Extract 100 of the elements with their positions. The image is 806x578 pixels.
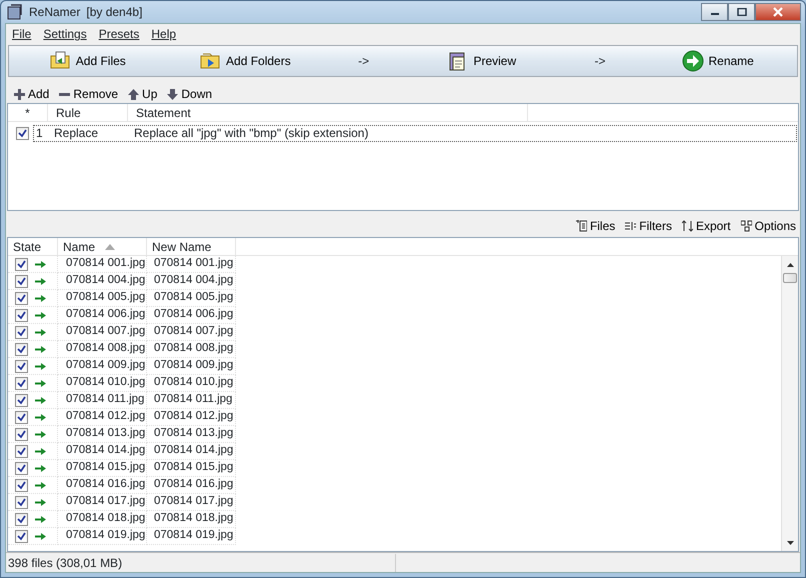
column-header[interactable]: Name [58, 238, 147, 255]
checkbox[interactable] [15, 512, 28, 526]
check-icon [18, 128, 27, 138]
right-arrow-icon [35, 464, 46, 472]
export-icon [682, 220, 693, 232]
checkbox[interactable] [15, 376, 28, 390]
maximize-button[interactable] [728, 3, 755, 21]
file-name: 070814 001.jpg [66, 256, 146, 272]
new-file-name: 070814 012.jpg [154, 409, 234, 424]
file-action-button[interactable]: Export [682, 217, 731, 235]
column-header[interactable]: State [8, 238, 58, 255]
right-arrow-icon [35, 498, 46, 506]
checkbox[interactable] [15, 478, 28, 492]
window-subtitle: [by den4b] [86, 4, 142, 21]
up-arrow-icon [128, 88, 140, 100]
new-file-name: 070814 015.jpg [154, 460, 234, 476]
rule-number: 1 [35, 125, 44, 142]
app-icon [7, 4, 23, 20]
right-arrow-icon [35, 260, 46, 268]
column-header: * [25, 104, 30, 122]
new-file-name: 070814 008.jpg [154, 341, 234, 356]
new-file-name: 070814 019.jpg [154, 528, 234, 544]
checkbox[interactable] [15, 342, 28, 356]
column-header[interactable]: New Name [147, 238, 236, 255]
right-arrow-icon [35, 328, 46, 336]
right-arrow-icon [35, 396, 46, 404]
column-header: Statement [136, 104, 191, 122]
filter-icon [625, 220, 636, 232]
close-button[interactable] [755, 3, 801, 21]
checkbox[interactable] [15, 496, 28, 508]
checkbox[interactable] [15, 462, 28, 474]
checkbox[interactable] [15, 258, 28, 270]
plus-icon [14, 88, 25, 100]
new-file-name: 070814 005.jpg [154, 290, 234, 306]
file-name: 070814 011.jpg [66, 392, 144, 408]
file-name: 070814 012.jpg [66, 409, 146, 424]
rule-action-button[interactable]: Down [165, 85, 214, 103]
new-file-name: 070814 007.jpg [154, 324, 234, 340]
new-file-name: 070814 016.jpg [154, 477, 234, 492]
checkbox[interactable] [15, 308, 28, 322]
new-file-name: 070814 004.jpg [154, 273, 234, 288]
file-name: 070814 013.jpg [66, 426, 146, 442]
file-name: 070814 004.jpg [66, 273, 146, 288]
file-name: 070814 005.jpg [66, 290, 146, 306]
checkbox[interactable] [15, 410, 28, 424]
scrollbar[interactable] [781, 256, 798, 551]
right-arrow-icon [35, 516, 46, 522]
close-icon [772, 7, 784, 17]
toolbar-button[interactable]: Rename [678, 50, 758, 72]
file-action-button[interactable]: Filters [625, 217, 672, 235]
file-name: 070814 010.jpg [66, 375, 146, 390]
right-arrow-icon [35, 346, 46, 352]
right-arrow-icon [35, 380, 46, 386]
column-header: Rule [56, 104, 81, 122]
checkbox[interactable] [15, 326, 28, 338]
arrow-text: -> [594, 53, 606, 70]
checkbox[interactable] [15, 428, 28, 440]
new-file-name: 070814 006.jpg [154, 307, 234, 322]
right-arrow-icon [35, 430, 46, 438]
new-file-name: 070814 017.jpg [154, 494, 234, 510]
file-name: 070814 007.jpg [66, 324, 146, 340]
file-name: 070814 006.jpg [66, 307, 146, 322]
checkbox[interactable] [15, 394, 28, 406]
toolbar-button[interactable]: Add Files [46, 50, 130, 72]
file-name: 070814 009.jpg [66, 358, 146, 374]
toolbar-button[interactable]: Add Folders [196, 50, 295, 72]
right-arrow-icon [35, 294, 46, 302]
right-arrow-icon [35, 448, 46, 454]
checkbox[interactable] [15, 530, 28, 542]
checkbox[interactable] [16, 126, 29, 140]
new-file-name: 070814 009.jpg [154, 358, 234, 374]
file-action-button[interactable]: Files [576, 217, 616, 235]
checkbox[interactable] [15, 360, 28, 372]
window-title: ReNamer [29, 4, 80, 21]
right-arrow-icon [35, 278, 46, 284]
file-action-button[interactable]: Options [740, 217, 796, 235]
rule-action-button[interactable]: Remove [57, 85, 120, 103]
right-arrow-icon [35, 532, 46, 540]
right-arrow-icon [35, 482, 46, 488]
new-file-name: 070814 018.jpg [154, 511, 234, 526]
menu-item[interactable]: Help [145, 24, 182, 43]
new-file-name: 070814 010.jpg [154, 375, 234, 390]
menu-item[interactable]: Presets [92, 24, 146, 43]
checkbox[interactable] [15, 444, 28, 458]
toolbar-button[interactable]: Preview [443, 50, 520, 72]
checkbox[interactable] [15, 292, 28, 304]
rule-action-button[interactable]: Add [12, 85, 52, 103]
menu-item[interactable]: File [6, 24, 38, 43]
rule-action-button[interactable]: Up [126, 85, 160, 103]
status-text: 398 files (308,01 MB) [6, 554, 396, 572]
down-arrow-icon [167, 88, 178, 100]
checkbox[interactable] [15, 274, 28, 288]
menu-item[interactable]: Settings [37, 24, 93, 43]
new-file-name: 070814 014.jpg [154, 443, 234, 458]
minimize-button[interactable] [701, 3, 728, 21]
file-name: 070814 015.jpg [66, 460, 146, 476]
new-file-name: 070814 001.jpg [154, 256, 234, 272]
new-file-name: 070814 013.jpg [154, 426, 234, 442]
scroll-thumb[interactable] [783, 273, 797, 283]
right-arrow-icon [35, 414, 46, 420]
